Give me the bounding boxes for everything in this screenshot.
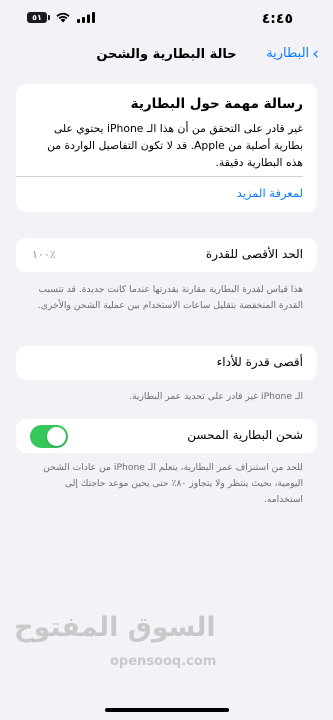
message-body: غير قادر على التحقق من أن هذا الـ iPhone… [47, 122, 303, 169]
watermark-logo: السوق المفتوح [14, 612, 217, 643]
battery-tip [48, 15, 50, 20]
toggle-knob [47, 427, 66, 446]
max-capacity-row: الحد الأقصى للقدرة ٪١٠٠ [16, 238, 317, 272]
optimized-charging-label: شحن البطارية المحسن [187, 428, 303, 442]
watermark-url: opensooq.com [110, 654, 217, 669]
peak-performance-row: أقصى قدرة للأداء [16, 346, 317, 380]
max-capacity-value: ٪١٠٠ [32, 248, 56, 261]
status-bar: ٤:٤٥ ٥١ [0, 0, 333, 38]
max-capacity-footer: هذا قياس لقدرة البطارية مقارنة بقدرتها ع… [37, 284, 303, 311]
battery-icon: ٥١ [27, 12, 47, 23]
peak-performance-footer: الـ iPhone غير قادر على تحديد عمر البطار… [129, 391, 303, 402]
message-title: رسالة مهمة حول البطارية [130, 96, 303, 112]
home-indicator [105, 708, 229, 712]
optimized-charging-row: شحن البطارية المحسن [16, 419, 317, 453]
clock: ٤:٤٥ [261, 11, 293, 27]
wifi-icon [56, 12, 70, 23]
page-title: حالة البطارية والشحن [96, 47, 237, 62]
max-capacity-label: الحد الأقصى للقدرة [205, 247, 303, 261]
navigation-bar: › البطارية حالة البطارية والشحن [0, 38, 333, 72]
optimized-charging-footer: للحد من استنزاف عمر البطارية، يتعلم الـ … [43, 462, 303, 505]
peak-performance-label: أقصى قدرة للأداء [216, 355, 303, 369]
optimized-charging-toggle[interactable] [30, 425, 68, 448]
signal-icon [77, 12, 95, 23]
divider [16, 176, 303, 177]
battery-message-card: رسالة مهمة حول البطارية غير قادر على الت… [16, 84, 317, 212]
learn-more-link[interactable]: لمعرفة المزيد [237, 186, 303, 200]
